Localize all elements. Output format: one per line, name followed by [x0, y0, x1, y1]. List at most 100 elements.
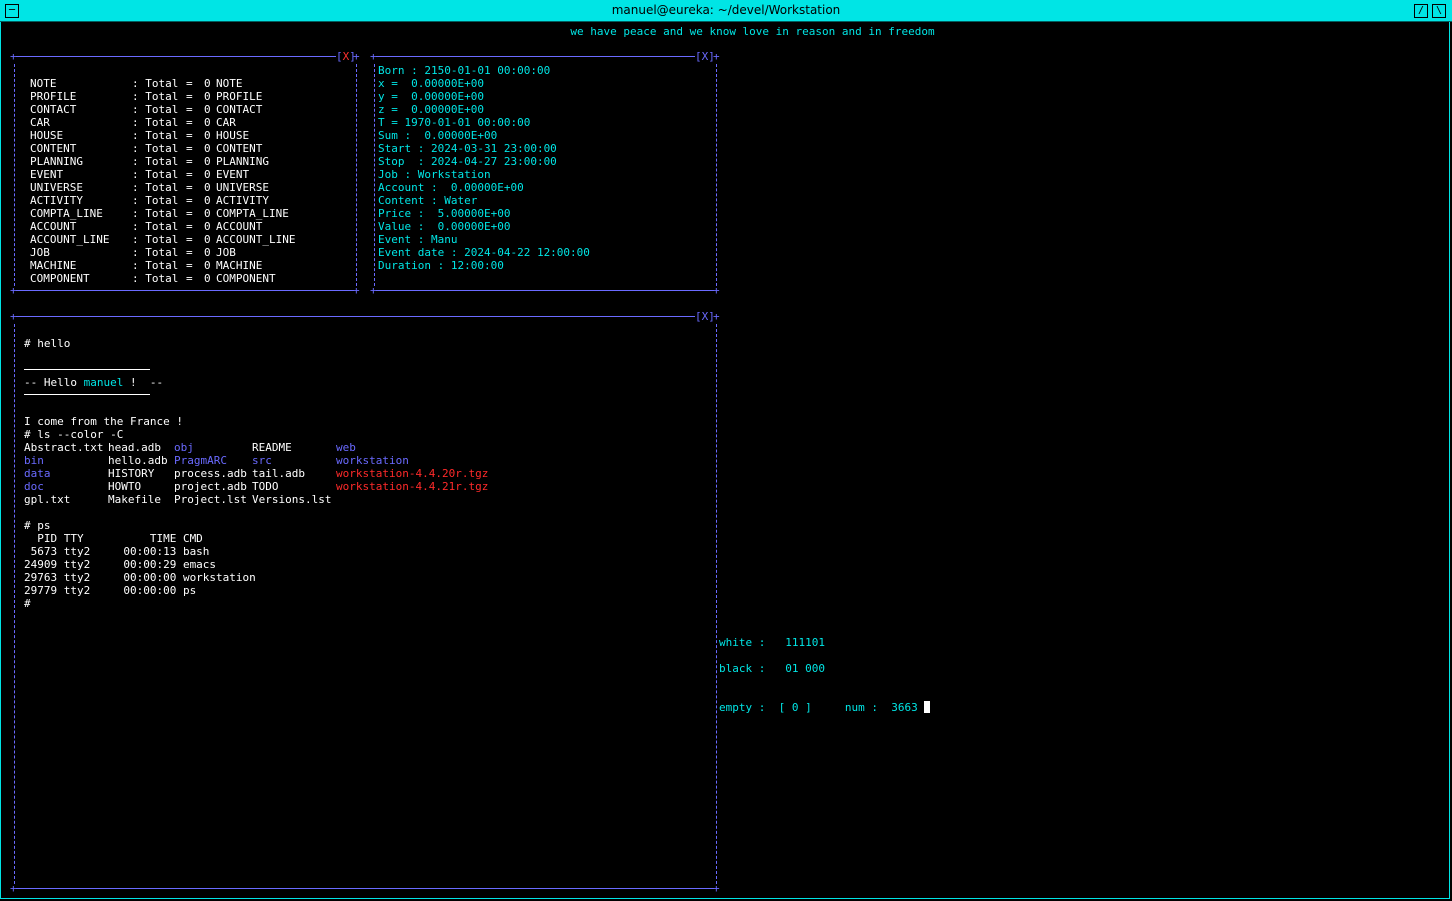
ls-entry: src: [252, 454, 272, 467]
panel-right-border: [716, 324, 717, 884]
greeting-line: -- Hello manuel ! --: [24, 376, 163, 389]
stats-row-name: CAR: [30, 116, 50, 129]
black-status: black : 01 000: [719, 662, 825, 675]
stats-row-count: 0: [204, 194, 211, 207]
ls-entry: README: [252, 441, 292, 454]
info-line: Stop : 2024-04-27 23:00:00: [378, 155, 557, 168]
stats-row-name: CONTENT: [30, 142, 77, 155]
stats-row-count: 0: [204, 142, 211, 155]
stats-row-equals: =: [186, 220, 193, 233]
panel-left-border: [374, 64, 375, 286]
info-line: Value : 0.00000E+00: [378, 220, 511, 233]
panel-corner: +: [353, 50, 360, 63]
info-line: Sum : 0.00000E+00: [378, 129, 498, 142]
info-line: Event date : 2024-04-22 12:00:00: [378, 246, 590, 259]
stats-row-label: : Total: [132, 90, 179, 103]
stats-row-name: ACCOUNT: [30, 220, 77, 233]
stats-row-tag: JOB: [216, 246, 236, 259]
command-hello: # hello: [24, 337, 71, 350]
ls-entry: gpl.txt: [24, 493, 71, 506]
stats-row-name: CONTACT: [30, 103, 77, 116]
shell-prompt[interactable]: #: [24, 597, 31, 610]
empty-num-status: empty : [ 0 ] num : 3663: [719, 701, 931, 714]
ls-entry: Project.lst: [174, 493, 247, 506]
stats-row-tag: MACHINE: [216, 259, 263, 272]
stats-row-count: 0: [204, 90, 211, 103]
stats-row-equals: =: [186, 116, 193, 129]
ls-entry: project.adb: [174, 480, 247, 493]
stats-row-equals: =: [186, 194, 193, 207]
stats-row-count: 0: [204, 129, 211, 142]
stats-row-tag: ACTIVITY: [216, 194, 269, 207]
stats-row-tag: HOUSE: [216, 129, 250, 142]
stats-row-count: 0: [204, 259, 211, 272]
info-panel-close-button[interactable]: [X]: [695, 51, 715, 62]
ps-line: 29763 tty2 00:00:00 workstation: [24, 571, 256, 584]
stats-row-tag: UNIVERSE: [216, 181, 269, 194]
stats-row-tag: COMPONENT: [216, 272, 276, 285]
stats-row-count: 0: [204, 116, 211, 129]
panel-top-border: [376, 56, 695, 57]
terminal-panel-close-button[interactable]: [X]: [695, 311, 715, 322]
title-bar[interactable]: ─ manuel@eureka: ~/devel/Workstation / \: [0, 0, 1452, 22]
greeting-user: manuel: [83, 376, 124, 389]
black-value: 01 000: [785, 662, 825, 675]
maximize-icon: /: [1417, 5, 1425, 16]
stats-row-label: : Total: [132, 155, 179, 168]
panel-bottom-border: [16, 888, 714, 889]
stats-row-label: : Total: [132, 194, 179, 207]
stats-row-name: COMPONENT: [30, 272, 90, 285]
panel-corner: +: [353, 284, 360, 297]
ls-entry: workstation-4.4.20r.tgz: [336, 467, 489, 480]
panel-left-border: [14, 324, 15, 884]
stats-row-label: : Total: [132, 116, 179, 129]
stats-row-name: PROFILE: [30, 90, 77, 103]
ls-entry: doc: [24, 480, 44, 493]
panel-bottom-border: [376, 290, 714, 291]
text-cursor[interactable]: [924, 701, 931, 713]
ls-entry: workstation-4.4.21r.tgz: [336, 480, 489, 493]
ls-entry: HOWTO: [108, 480, 142, 493]
stats-row-name: MACHINE: [30, 259, 77, 272]
stats-row-name: PLANNING: [30, 155, 83, 168]
stats-row-label: : Total: [132, 272, 179, 285]
info-line: Price : 5.00000E+00: [378, 207, 511, 220]
stats-row-equals: =: [186, 207, 193, 220]
panel-corner: +: [713, 882, 720, 895]
stats-row-name: ACCOUNT_LINE: [30, 233, 110, 246]
stats-row-tag: CONTENT: [216, 142, 263, 155]
ls-entry: HISTORY: [108, 467, 155, 480]
stats-row-count: 0: [204, 168, 211, 181]
greeting-box-top: [24, 369, 150, 370]
stats-row-equals: =: [186, 168, 193, 181]
info-line: z = 0.00000E+00: [378, 103, 484, 116]
window-title: manuel@eureka: ~/devel/Workstation: [611, 3, 841, 17]
ps-line: 29779 tty2 00:00:00 ps: [24, 584, 197, 597]
greeting-box-bottom: [24, 394, 150, 395]
ls-entry: PragmARC: [174, 454, 227, 467]
stats-row-name: EVENT: [30, 168, 64, 181]
stats-row-count: 0: [204, 272, 211, 285]
stats-row-tag: EVENT: [216, 168, 250, 181]
panel-top-border: [16, 316, 695, 317]
stats-row-label: : Total: [132, 77, 179, 90]
stats-row-label: : Total: [132, 233, 179, 246]
panel-right-border: [356, 64, 357, 286]
stats-row-count: 0: [204, 155, 211, 168]
maximize-button[interactable]: /: [1414, 4, 1428, 18]
info-line: Born : 2150-01-01 00:00:00: [378, 64, 551, 77]
ls-entry: obj: [174, 441, 194, 454]
stats-row-count: 0: [204, 220, 211, 233]
stats-row-label: : Total: [132, 246, 179, 259]
close-icon: \: [1435, 5, 1443, 16]
stats-row-label: : Total: [132, 103, 179, 116]
ps-line: 24909 tty2 00:00:29 emacs: [24, 558, 217, 571]
panel-corner: +: [713, 310, 720, 323]
ls-entry: TODO: [252, 480, 279, 493]
close-button[interactable]: \: [1432, 4, 1446, 18]
stats-row-equals: =: [186, 155, 193, 168]
stats-row-tag: COMPTA_LINE: [216, 207, 289, 220]
stats-row-name: HOUSE: [30, 129, 64, 142]
ls-entry: Abstract.txt: [24, 441, 104, 454]
ps-line: PID TTY TIME CMD: [24, 532, 203, 545]
